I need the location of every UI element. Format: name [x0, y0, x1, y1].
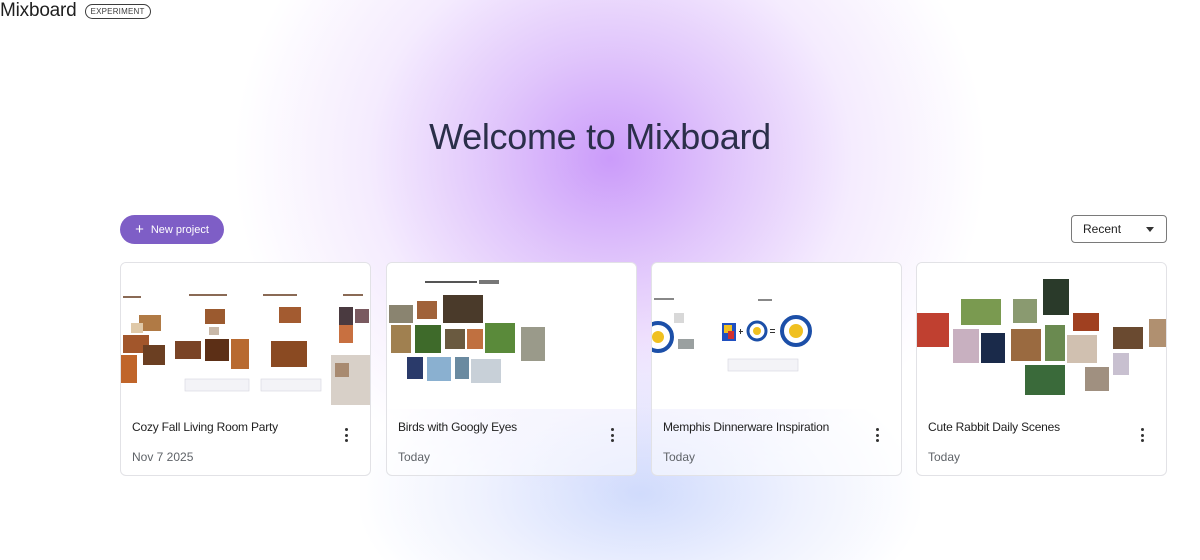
project-thumbnail: [387, 263, 636, 409]
project-card[interactable]: Memphis Dinnerware Inspiration Today: [651, 262, 902, 476]
project-title: Cute Rabbit Daily Scenes: [928, 420, 1060, 434]
app-header: Mixboard EXPERIMENT: [0, 0, 151, 22]
app-title[interactable]: Mixboard: [0, 0, 77, 22]
project-date: Today: [928, 450, 961, 464]
project-date: Today: [663, 450, 696, 464]
plus-icon: +: [135, 220, 144, 238]
project-thumbnail: [652, 263, 901, 409]
project-date: Today: [398, 450, 431, 464]
project-card[interactable]: Birds with Googly Eyes Today: [386, 262, 637, 476]
more-vert-icon[interactable]: [339, 428, 353, 442]
project-date: Nov 7 2025: [132, 450, 194, 464]
project-title: Cozy Fall Living Room Party: [132, 420, 278, 434]
more-vert-icon[interactable]: [605, 428, 619, 442]
project-card[interactable]: Cute Rabbit Daily Scenes Today: [916, 262, 1167, 476]
page-title: Welcome to Mixboard: [429, 116, 771, 157]
project-thumbnail: [917, 263, 1166, 409]
new-project-label: New project: [150, 223, 209, 236]
project-thumbnail: [121, 263, 370, 409]
chevron-down-icon: [1146, 226, 1154, 232]
more-vert-icon[interactable]: [870, 428, 884, 442]
sort-select[interactable]: Recent: [1071, 215, 1167, 243]
project-card[interactable]: Cozy Fall Living Room Party Nov 7 2025: [120, 262, 371, 476]
experiment-badge: EXPERIMENT: [84, 3, 151, 19]
sort-value: Recent: [1083, 222, 1122, 236]
project-title: Memphis Dinnerware Inspiration: [663, 420, 830, 434]
project-title: Birds with Googly Eyes: [398, 420, 517, 434]
more-vert-icon[interactable]: [1135, 428, 1149, 442]
new-project-button[interactable]: + New project: [120, 215, 224, 244]
